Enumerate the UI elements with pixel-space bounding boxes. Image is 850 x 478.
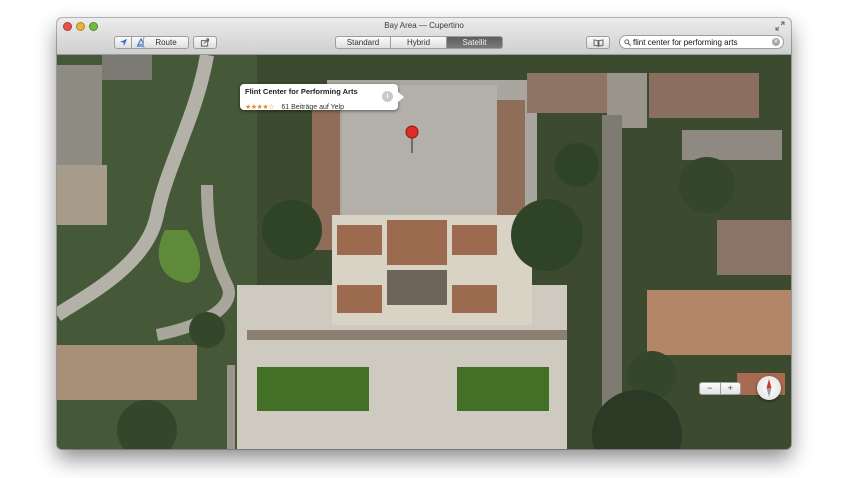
mode-satellite[interactable]: Satellit [447, 36, 503, 49]
route-button[interactable]: Route [143, 36, 189, 49]
search-icon [624, 38, 631, 46]
maps-window: Bay Area — Cupertino Route Standard Hybr… [57, 18, 791, 449]
fullscreen-icon[interactable] [775, 21, 785, 31]
share-button[interactable] [193, 36, 217, 49]
place-callout[interactable]: Flint Center for Performing Arts ★★★★☆ 6… [240, 84, 404, 111]
zoom-out-button[interactable]: − [700, 383, 721, 394]
window-title: Bay Area — Cupertino [384, 21, 464, 30]
rating-stars: ★★★★☆ [245, 104, 274, 111]
search-field[interactable]: ✕ [619, 35, 784, 49]
callout-title: Flint Center for Performing Arts [245, 87, 358, 96]
review-count: 61 Beiträge auf Yelp [281, 104, 345, 111]
bookmarks-button[interactable] [586, 36, 610, 49]
zoom-in-button[interactable]: + [721, 383, 741, 394]
map-mode-selector: Standard Hybrid Satellit [335, 36, 503, 49]
title-bar: Bay Area — Cupertino Route Standard Hybr… [57, 18, 791, 55]
location-arrow-icon [119, 38, 127, 47]
compass-icon [766, 379, 772, 397]
current-location-button[interactable] [114, 36, 132, 49]
zoom-control: − + [699, 382, 741, 395]
mode-hybrid[interactable]: Hybrid [391, 36, 447, 49]
mode-standard[interactable]: Standard [335, 36, 391, 49]
location-pin-icon[interactable] [405, 125, 419, 139]
satellite-map[interactable] [57, 55, 791, 449]
book-icon [593, 38, 603, 47]
share-icon [200, 38, 210, 47]
info-icon[interactable]: i [382, 91, 393, 102]
search-input[interactable] [631, 37, 763, 47]
clear-search-icon[interactable]: ✕ [772, 38, 780, 46]
compass-button[interactable] [757, 376, 781, 400]
